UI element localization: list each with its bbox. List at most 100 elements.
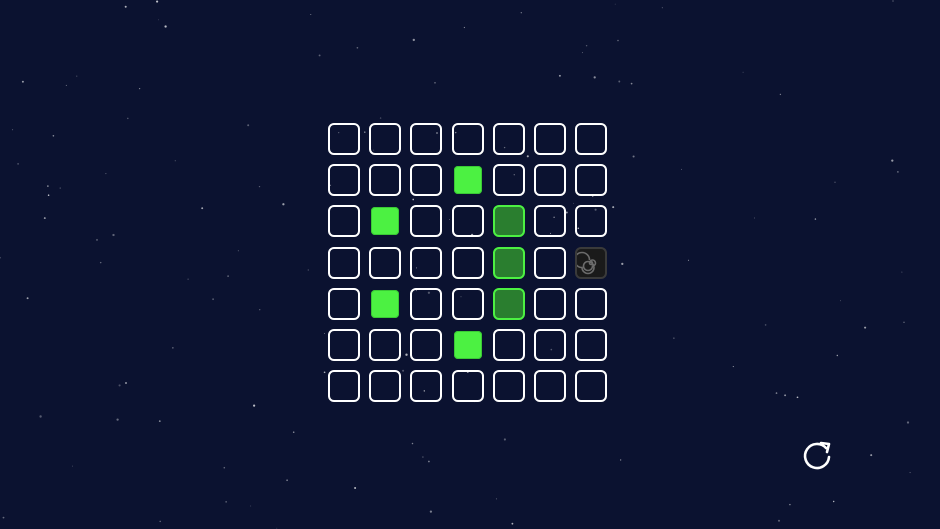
star bbox=[764, 324, 767, 326]
star bbox=[558, 74, 561, 77]
grid-cell[interactable] bbox=[534, 164, 566, 196]
star bbox=[814, 218, 817, 220]
puzzle-grid bbox=[328, 123, 613, 408]
grid-cell-lit[interactable] bbox=[452, 164, 484, 196]
grid-cell[interactable] bbox=[410, 288, 442, 320]
grid-cell[interactable] bbox=[369, 370, 401, 402]
grid-cell-portal[interactable] bbox=[575, 247, 607, 279]
star bbox=[307, 269, 309, 271]
grid-cell[interactable] bbox=[410, 164, 442, 196]
grid-cell[interactable] bbox=[575, 164, 607, 196]
star bbox=[318, 54, 321, 57]
star bbox=[909, 472, 911, 474]
star bbox=[47, 185, 49, 187]
grid-cell[interactable] bbox=[575, 288, 607, 320]
grid-cell[interactable] bbox=[534, 329, 566, 361]
grid-cell[interactable] bbox=[452, 123, 484, 155]
grid-cell[interactable] bbox=[452, 288, 484, 320]
star bbox=[292, 431, 295, 433]
star bbox=[901, 271, 903, 273]
grid-cell[interactable] bbox=[534, 123, 566, 155]
star bbox=[832, 500, 835, 503]
grid-cell[interactable] bbox=[493, 329, 525, 361]
star bbox=[412, 38, 415, 42]
grid-cell[interactable] bbox=[493, 164, 525, 196]
grid-cell-path[interactable] bbox=[493, 288, 525, 320]
star bbox=[76, 75, 78, 77]
star bbox=[784, 394, 787, 397]
grid-cell[interactable] bbox=[328, 288, 360, 320]
star bbox=[174, 160, 176, 162]
grid-cell[interactable] bbox=[452, 205, 484, 237]
grid-cell[interactable] bbox=[410, 205, 442, 237]
star bbox=[118, 384, 121, 387]
grid-cell-lit[interactable] bbox=[369, 205, 401, 237]
grid-cell-lit[interactable] bbox=[452, 329, 484, 361]
grid-cell[interactable] bbox=[410, 247, 442, 279]
star bbox=[65, 84, 67, 86]
grid-cell[interactable] bbox=[369, 247, 401, 279]
star bbox=[614, 3, 616, 5]
restart-icon[interactable] bbox=[800, 438, 834, 472]
star bbox=[158, 19, 160, 21]
star bbox=[159, 520, 161, 523]
grid-cell[interactable] bbox=[575, 329, 607, 361]
grid-cell[interactable] bbox=[534, 288, 566, 320]
star bbox=[621, 262, 624, 266]
grid-cell[interactable] bbox=[369, 329, 401, 361]
grid-cell[interactable] bbox=[369, 164, 401, 196]
star bbox=[276, 527, 278, 529]
star bbox=[250, 505, 252, 507]
star bbox=[39, 415, 42, 418]
star bbox=[429, 510, 433, 513]
grid-cell-path[interactable] bbox=[493, 205, 525, 237]
star bbox=[903, 321, 905, 323]
star bbox=[99, 261, 102, 264]
star bbox=[187, 278, 189, 280]
grid-cell[interactable] bbox=[534, 370, 566, 402]
star bbox=[227, 275, 229, 277]
grid-cell[interactable] bbox=[410, 123, 442, 155]
grid-cell[interactable] bbox=[452, 370, 484, 402]
star bbox=[891, 159, 894, 162]
star bbox=[124, 5, 127, 8]
grid-cell[interactable] bbox=[328, 205, 360, 237]
grid-cell[interactable] bbox=[328, 247, 360, 279]
grid-cell[interactable] bbox=[328, 370, 360, 402]
star bbox=[223, 466, 226, 469]
grid-cell[interactable] bbox=[328, 164, 360, 196]
star bbox=[428, 460, 430, 463]
star bbox=[17, 163, 19, 165]
star bbox=[779, 93, 782, 96]
grid-cell[interactable] bbox=[575, 370, 607, 402]
star bbox=[503, 438, 506, 441]
grid-cell[interactable] bbox=[369, 123, 401, 155]
star bbox=[379, 117, 382, 119]
star bbox=[742, 71, 744, 73]
star bbox=[127, 117, 129, 120]
grid-cell[interactable] bbox=[328, 329, 360, 361]
star bbox=[422, 456, 424, 458]
grid-cell[interactable] bbox=[575, 123, 607, 155]
grid-cell[interactable] bbox=[410, 370, 442, 402]
star bbox=[864, 326, 867, 329]
grid-cell-path[interactable] bbox=[493, 247, 525, 279]
star bbox=[95, 238, 99, 241]
grid-cell[interactable] bbox=[328, 123, 360, 155]
spiral-vortex-icon bbox=[577, 251, 597, 275]
grid-cell[interactable] bbox=[534, 205, 566, 237]
star bbox=[434, 82, 436, 84]
star bbox=[112, 233, 115, 237]
grid-cell[interactable] bbox=[493, 123, 525, 155]
grid-cell[interactable] bbox=[410, 329, 442, 361]
star bbox=[59, 187, 61, 189]
star bbox=[870, 454, 873, 457]
grid-cell-lit[interactable] bbox=[369, 288, 401, 320]
grid-cell[interactable] bbox=[534, 247, 566, 279]
grid-cell[interactable] bbox=[452, 247, 484, 279]
star bbox=[164, 25, 167, 28]
star bbox=[511, 522, 514, 525]
star bbox=[286, 479, 288, 482]
grid-cell[interactable] bbox=[575, 205, 607, 237]
grid-cell[interactable] bbox=[493, 370, 525, 402]
